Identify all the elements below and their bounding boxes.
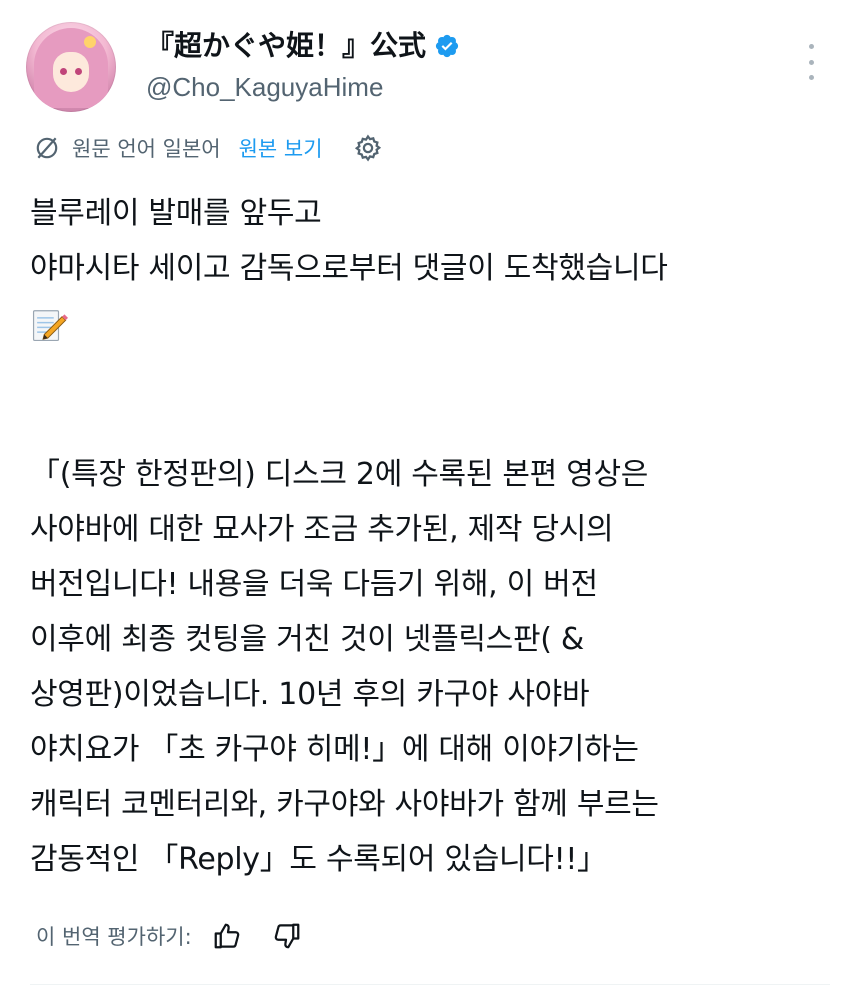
account-handle[interactable]: @Cho_KaguyaHime — [146, 70, 460, 104]
avatar-eye-left — [60, 68, 67, 75]
tweet-line: 이후에 최종 컷팅을 거친 것이 넷플릭스판( & — [30, 622, 585, 657]
gear-icon[interactable] — [353, 133, 383, 163]
rate-translation-bar: 이 번역 평가하기: — [36, 916, 302, 956]
divider — [30, 984, 830, 985]
avatar-face — [53, 52, 89, 92]
avatar-ornament — [84, 36, 96, 48]
thumbs-up-icon[interactable] — [212, 921, 242, 951]
tweet-line: 캐릭터 코멘터리와, 카구야와 사야바가 함께 부르는 — [30, 787, 659, 822]
memo-pencil-icon — [32, 309, 68, 341]
account-names: 『超かぐや姫！』公式 @Cho_KaguyaHime — [146, 28, 460, 104]
tweet-line: 블루레이 발매를 앞두고 — [30, 196, 322, 231]
more-options-icon[interactable] — [806, 44, 816, 80]
more-dot — [808, 75, 814, 80]
source-language-label: 원문 언어 일본어 — [72, 137, 221, 161]
tweet-text: 블루레이 발매를 앞두고 야마시타 세이고 감독으로부터 댓글이 도착했습니다 … — [30, 186, 830, 887]
thumbs-down-icon[interactable] — [272, 921, 302, 951]
display-name-row[interactable]: 『超かぐや姫！』公式 — [146, 28, 460, 64]
memo-emoji-line — [30, 296, 830, 351]
verified-badge-icon — [435, 34, 459, 58]
tweet-line: 야치요가 「초 카구야 히메!」에 대해 이야기하는 — [30, 732, 639, 767]
tweet-line: 야마시타 세이고 감독으로부터 댓글이 도착했습니다 — [30, 251, 668, 286]
show-original-link[interactable]: 원본 보기 — [239, 133, 323, 163]
avatar[interactable] — [26, 22, 116, 112]
avatar-eye-right — [75, 68, 82, 75]
rate-translation-label: 이 번역 평가하기: — [36, 925, 192, 949]
tweet-line: 버전입니다! 내용을 더욱 다듬기 위해, 이 버전 — [30, 567, 598, 602]
display-name[interactable]: 『超かぐや姫！』公式 — [146, 28, 426, 64]
paragraph-break — [30, 351, 830, 447]
translate-icon — [36, 137, 58, 159]
more-dot — [808, 44, 814, 49]
tweet-line: 「(특장 한정판의) 디스크 2에 수록된 본편 영상은 — [30, 457, 649, 492]
tweet-header: 『超かぐや姫！』公式 @Cho_KaguyaHime — [26, 22, 830, 118]
tweet-line: 사야바에 대한 묘사가 조금 추가된, 제작 당시의 — [30, 512, 614, 547]
more-dot — [808, 59, 814, 65]
tweet-line: 감동적인 「Reply」도 수록되어 있습니다!!」 — [30, 842, 607, 877]
tweet-line: 상영판)이었습니다. 10년 후의 카구야 사야바 — [30, 677, 590, 712]
translation-bar: 원문 언어 일본어 원본 보기 — [34, 128, 383, 168]
